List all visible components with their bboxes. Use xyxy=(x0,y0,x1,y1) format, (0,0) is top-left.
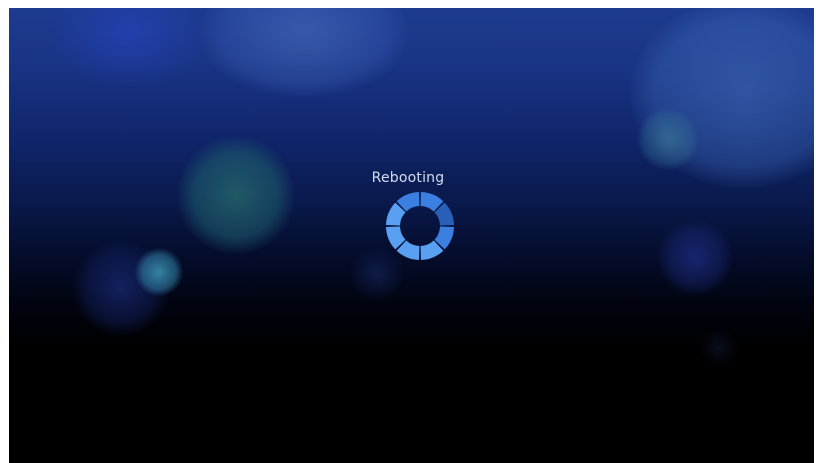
background-bokeh xyxy=(699,328,739,368)
background-bokeh xyxy=(177,136,295,254)
loading-spinner-icon xyxy=(386,192,454,260)
background-bokeh xyxy=(637,108,699,170)
background-bokeh xyxy=(657,220,733,296)
background-bokeh xyxy=(199,8,409,98)
background-bokeh xyxy=(135,248,183,296)
background-bokeh xyxy=(629,8,814,188)
background-bokeh xyxy=(73,240,169,336)
background-bokeh xyxy=(49,8,209,88)
status-text: Rebooting xyxy=(371,170,445,186)
